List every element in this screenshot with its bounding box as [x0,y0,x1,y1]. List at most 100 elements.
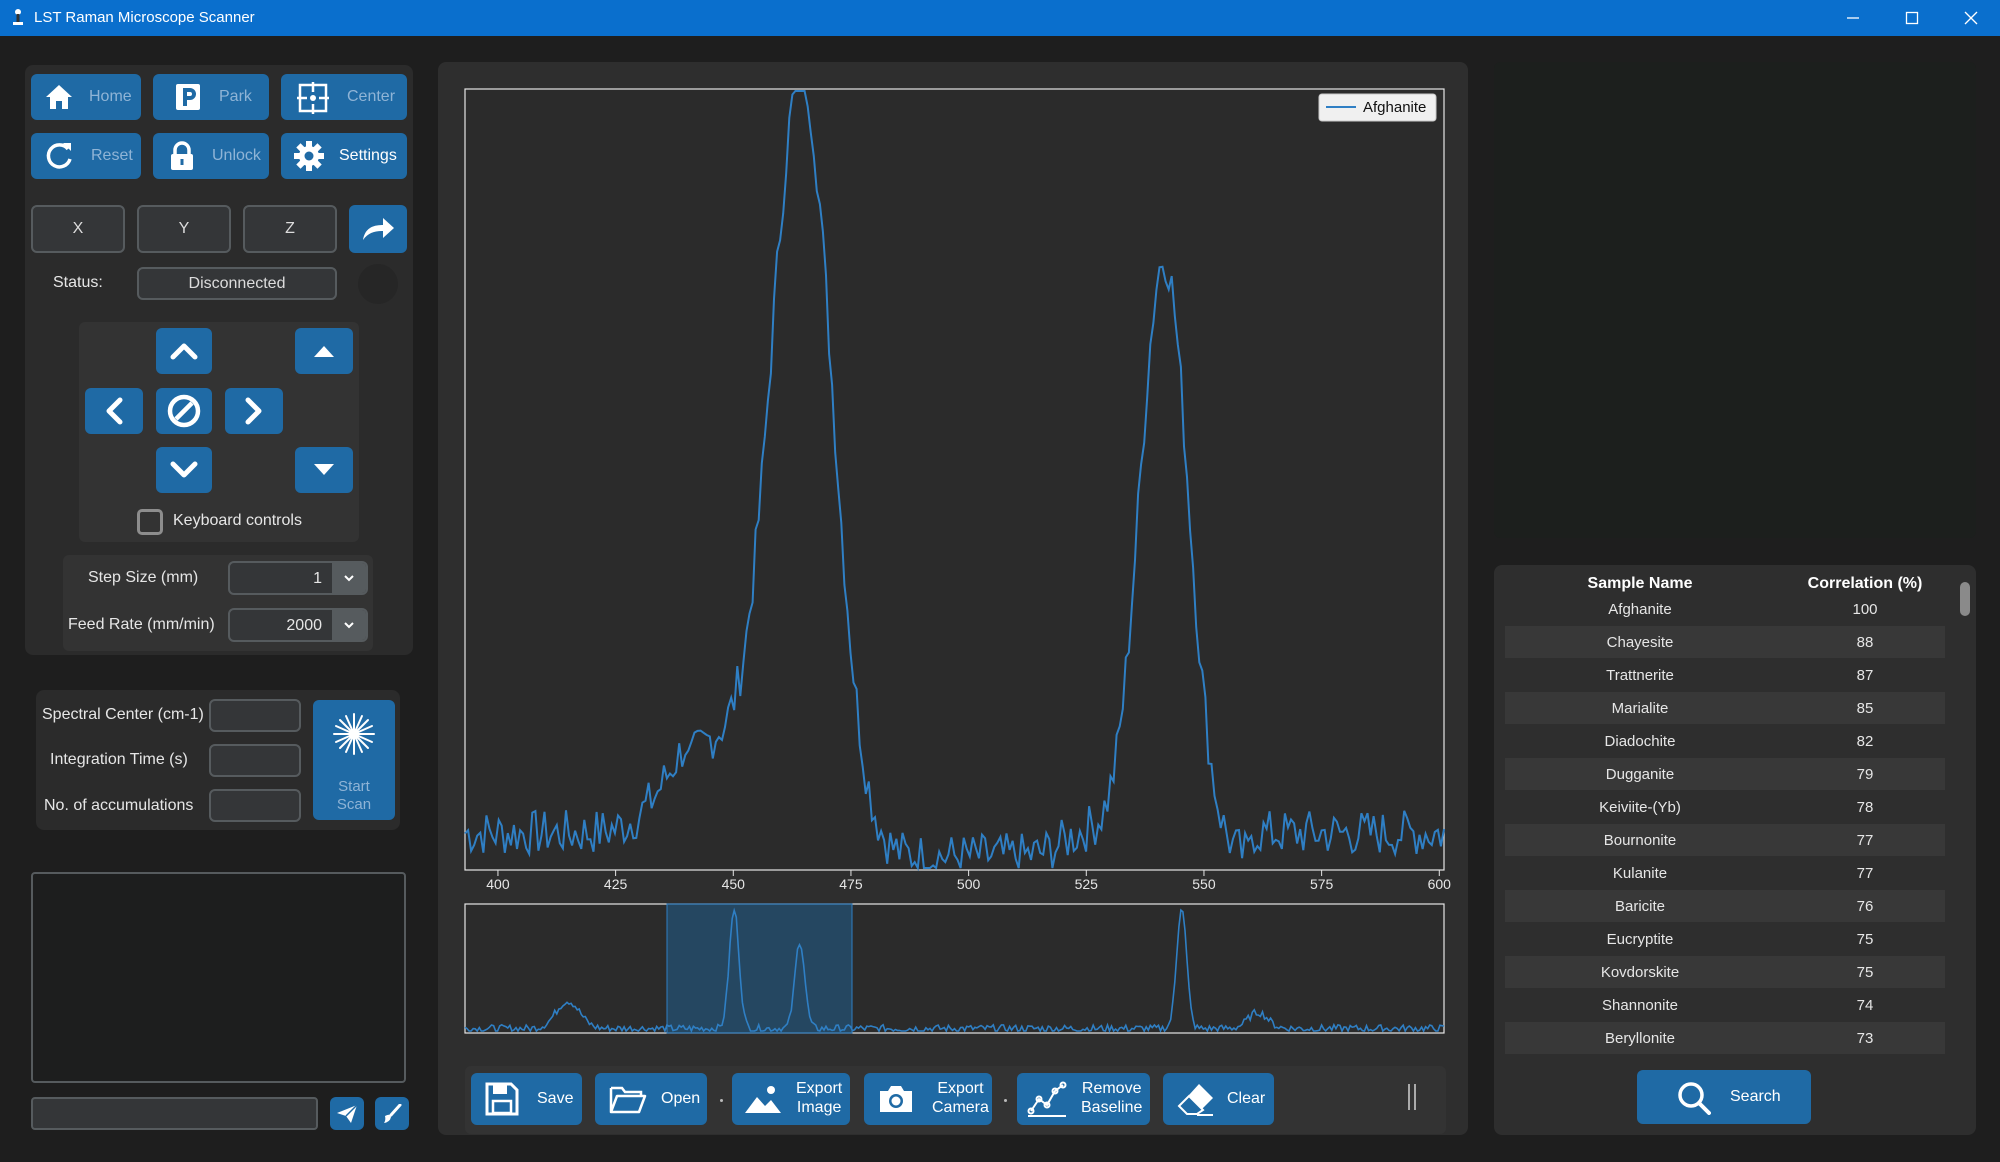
correlation-cell: 82 [1856,733,1874,750]
go-to-button[interactable] [349,205,407,253]
maximize-icon [1905,11,1919,25]
settings-button[interactable]: Settings [281,133,407,179]
sample-name-cell: Beryllonite [1604,1030,1676,1047]
unlock-button[interactable]: Unlock [153,133,269,179]
table-row[interactable]: Chayesite 88 [1505,626,1945,658]
x-tick-label: 425 [603,876,628,892]
clear-label: Clear [1227,1090,1266,1107]
sample-name-cell: Kovdorskite [1600,964,1680,981]
close-button[interactable] [1942,0,2000,36]
lock-icon [171,141,193,170]
maximize-button[interactable] [1883,0,1941,36]
clear-console-button[interactable] [375,1097,409,1130]
correlation-cell: 87 [1856,667,1874,684]
feed-rate-dropdown-button[interactable] [332,610,366,640]
export-image-button[interactable]: Export Image [732,1073,850,1125]
accumulations-input[interactable] [209,789,301,822]
integration-time-label: Integration Time (s) [50,751,188,768]
chevron-down-icon [344,575,354,582]
jog-x-plus-button[interactable] [225,388,283,434]
accumulations-label: No. of accumulations [44,797,194,814]
save-button[interactable]: Save [471,1073,582,1125]
correlation-cell: 100 [1852,601,1878,618]
step-size-combobox[interactable]: 1 [228,561,368,595]
home-icon [46,85,72,109]
table-row[interactable]: Eucryptite 75 [1505,923,1945,955]
toolbar-grip[interactable] [1408,1084,1416,1110]
jog-z-up-button[interactable] [295,328,353,374]
export-camera-button[interactable]: Export Camera [864,1073,992,1125]
jog-z-down-button[interactable] [295,447,353,493]
window-title: LST Raman Microscope Scanner [34,9,255,26]
chevron-left-icon [106,397,123,425]
jog-y-plus-button[interactable] [156,328,212,374]
main-plot-area [464,88,1445,871]
spectral-center-input[interactable] [209,699,301,732]
feed-rate-combobox[interactable]: 2000 [228,608,368,642]
start-scan-button[interactable]: Start Scan [313,700,395,820]
table-row[interactable]: Keiviite-(Yb) 78 [1505,791,1945,823]
overview-plot[interactable] [464,903,1445,1034]
table-row[interactable]: Bournonite 77 [1505,824,1945,856]
table-row[interactable]: Beryllonite 73 [1505,1022,1945,1054]
keyboard-controls-label: Keyboard controls [173,512,302,529]
x-tick-label: 400 [486,876,510,892]
sample-name-cell: Baricite [1614,898,1666,915]
brush-icon [384,1103,402,1123]
remove-baseline-label-line1: Remove [1081,1080,1142,1097]
status-value: Disconnected [137,267,337,300]
search-button[interactable]: Search [1637,1070,1811,1124]
table-row[interactable]: Baricite 76 [1505,890,1945,922]
integration-time-input[interactable] [209,744,301,777]
step-size-value: 1 [313,570,322,587]
chevron-down-icon [170,461,198,478]
console-log[interactable] [31,872,406,1083]
clear-button[interactable]: Clear [1163,1073,1274,1125]
title-bar: LST Raman Microscope Scanner [0,0,2000,36]
sample-name-cell: Kulanite [1612,865,1668,882]
reset-button[interactable]: Reset [31,133,141,179]
center-button[interactable]: Center [281,74,407,120]
step-size-dropdown-button[interactable] [332,563,366,593]
settings-label: Settings [339,147,397,164]
results-scrollbar[interactable] [1960,582,1970,616]
remove-baseline-button[interactable]: Remove Baseline [1017,1073,1150,1125]
main-plot: Afghanite [464,88,1445,876]
sample-name-cell: Shannonite [1602,997,1678,1014]
overview-selection[interactable] [666,903,853,1034]
correlation-cell: 85 [1856,700,1874,717]
jog-x-minus-button[interactable] [85,388,143,434]
table-row[interactable]: Kovdorskite 75 [1505,956,1945,988]
park-button[interactable]: Park [153,74,269,120]
table-row[interactable]: Shannonite 74 [1505,989,1945,1021]
search-label: Search [1730,1088,1781,1105]
minimize-button[interactable] [1824,0,1882,36]
correlation-cell: 73 [1856,1030,1874,1047]
open-button[interactable]: Open [595,1073,707,1125]
table-row[interactable]: Trattnerite 87 [1505,659,1945,691]
send-command-button[interactable] [330,1097,364,1130]
sample-name-header: Sample Name [1587,575,1693,592]
correlation-cell: 75 [1856,964,1874,981]
correlation-cell: 75 [1856,931,1874,948]
console-input[interactable] [31,1097,318,1130]
table-row[interactable]: Marialite 85 [1505,692,1945,724]
table-row[interactable]: Kulanite 77 [1505,857,1945,889]
jog-y-minus-button[interactable] [156,447,212,493]
results-header: Sample Name Correlation (%) [1505,573,1945,595]
home-label: Home [89,88,132,105]
table-row[interactable]: Diadochite 82 [1505,725,1945,757]
x-tick-label: 600 [1427,876,1451,892]
jog-stop-button[interactable] [156,388,212,434]
correlation-header: Correlation (%) [1807,575,1923,592]
home-button[interactable]: Home [31,74,141,120]
keyboard-controls-checkbox[interactable] [137,509,163,535]
table-row[interactable]: Dugganite 79 [1505,758,1945,790]
x-tick-label: 450 [721,876,745,892]
open-label: Open [661,1090,701,1107]
gear-icon [294,141,324,171]
x-tick-label: 575 [1309,876,1334,892]
table-row[interactable]: Afghanite 100 [1505,593,1945,625]
spectrum-chart: Afghanite [464,88,1445,1034]
sample-name-cell: Dugganite [1605,766,1675,783]
